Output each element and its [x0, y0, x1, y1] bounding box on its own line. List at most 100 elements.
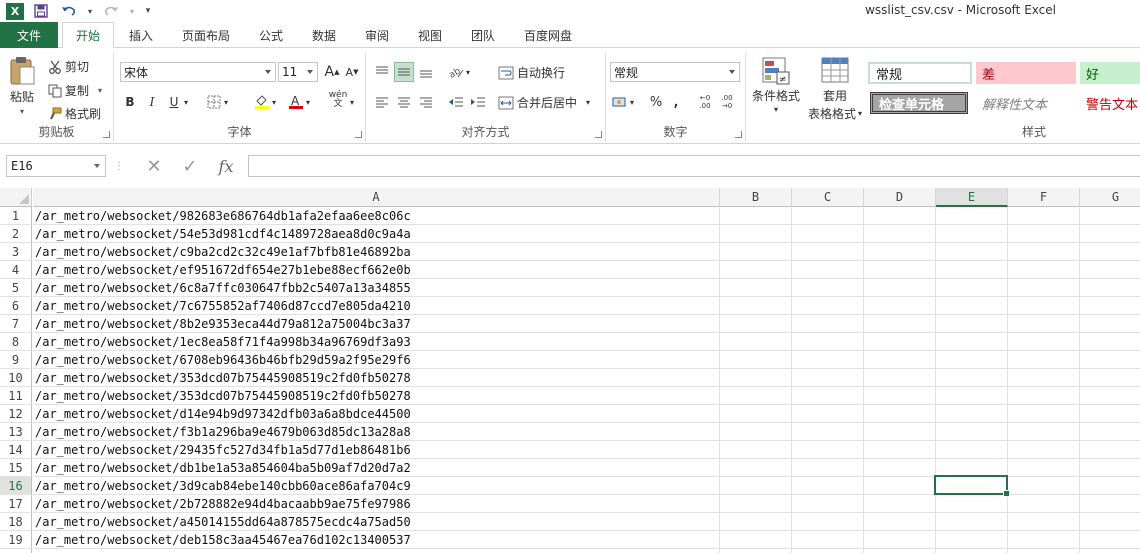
- decrease-decimal-button[interactable]: .00 →0: [716, 92, 738, 112]
- cancel-button[interactable]: ✕: [140, 155, 168, 177]
- style-check-cell[interactable]: 检查单元格: [870, 92, 968, 114]
- tab-home[interactable]: 开始: [62, 22, 114, 49]
- tab-formulas[interactable]: 公式: [250, 22, 292, 48]
- merge-center-button[interactable]: 合并后居中 ▾: [498, 94, 590, 111]
- align-center-button[interactable]: [394, 92, 414, 112]
- row-header[interactable]: 2: [0, 225, 32, 243]
- row-header[interactable]: 8: [0, 333, 32, 351]
- fill-color-dropdown-icon[interactable]: ▾: [270, 92, 278, 112]
- formula-input[interactable]: [248, 155, 1140, 177]
- enter-button[interactable]: ✓: [176, 155, 204, 177]
- style-good[interactable]: 好: [1080, 62, 1140, 84]
- align-left-button[interactable]: [372, 92, 392, 112]
- row-header[interactable]: 11: [0, 387, 32, 405]
- cell-a16[interactable]: /ar_metro/websocket/3d9cab84ebe140cbb60a…: [35, 477, 411, 495]
- copy-button[interactable]: 复制 ▾: [48, 82, 102, 99]
- percent-button[interactable]: %: [646, 92, 666, 112]
- font-launcher-icon[interactable]: [355, 131, 362, 138]
- tab-view[interactable]: 视图: [409, 22, 451, 48]
- clipboard-launcher-icon[interactable]: [103, 131, 110, 138]
- accounting-format-button[interactable]: [610, 92, 630, 112]
- fill-color-button[interactable]: [252, 92, 272, 112]
- align-top-button[interactable]: [372, 62, 392, 82]
- column-header-e[interactable]: E: [936, 188, 1008, 207]
- paste-dropdown-icon[interactable]: ▾: [20, 107, 24, 116]
- paste-button[interactable]: 粘贴 ▾: [8, 56, 36, 116]
- cell-a10[interactable]: /ar_metro/websocket/353dcd07b75445908519…: [35, 369, 411, 387]
- cell-a19[interactable]: /ar_metro/websocket/deb158c3aa45467ea76d…: [35, 531, 411, 549]
- borders-button[interactable]: [204, 92, 224, 112]
- name-box[interactable]: E16: [6, 155, 106, 177]
- style-normal[interactable]: 常规: [868, 62, 972, 84]
- cell-a1[interactable]: /ar_metro/websocket/982683e686764db1afa2…: [35, 207, 411, 225]
- copy-dropdown-icon[interactable]: ▾: [98, 86, 102, 95]
- shrink-font-button[interactable]: A ▼: [342, 62, 362, 82]
- orientation-dropdown-icon[interactable]: ▾: [464, 62, 472, 82]
- cell-a17[interactable]: /ar_metro/websocket/2b728882e94d4bacaabb…: [35, 495, 411, 513]
- column-header-b[interactable]: B: [720, 188, 792, 207]
- increase-decimal-button[interactable]: ←0 .00: [694, 92, 716, 112]
- borders-dropdown-icon[interactable]: ▾: [222, 92, 230, 112]
- row-header[interactable]: 12: [0, 405, 32, 423]
- cut-button[interactable]: 剪切: [48, 58, 89, 75]
- column-header-g[interactable]: G: [1080, 188, 1140, 207]
- row-header[interactable]: 16: [0, 477, 32, 495]
- style-bad[interactable]: 差: [976, 62, 1076, 84]
- row-header[interactable]: 5: [0, 279, 32, 297]
- cell-a4[interactable]: /ar_metro/websocket/ef951672df654e27b1eb…: [35, 261, 411, 279]
- bold-button[interactable]: B: [120, 92, 140, 112]
- merge-center-dropdown-icon[interactable]: ▾: [586, 98, 590, 107]
- select-all-button[interactable]: [0, 188, 32, 207]
- format-painter-button[interactable]: 格式刷: [48, 105, 101, 122]
- comma-style-button[interactable]: ,: [666, 92, 686, 112]
- cell-a18[interactable]: /ar_metro/websocket/a45014155dd64a878575…: [35, 513, 411, 531]
- column-header-d[interactable]: D: [864, 188, 936, 207]
- italic-button[interactable]: I: [142, 92, 162, 112]
- cell-a3[interactable]: /ar_metro/websocket/c9ba2cd2c32c49e1af7b…: [35, 243, 411, 261]
- row-header[interactable]: [0, 549, 32, 553]
- tab-baidu-netdisk[interactable]: 百度网盘: [514, 22, 582, 48]
- cell-a7[interactable]: /ar_metro/websocket/8b2e9353eca44d79a812…: [35, 315, 411, 333]
- wrap-text-button[interactable]: 自动换行: [498, 64, 565, 81]
- column-header-a[interactable]: A: [33, 188, 720, 207]
- cell-a15[interactable]: /ar_metro/websocket/db1be1a53a854604ba5b…: [35, 459, 411, 477]
- cell-a2[interactable]: /ar_metro/websocket/54e53d981cdf4c148972…: [35, 225, 411, 243]
- font-color-dropdown-icon[interactable]: ▾: [304, 92, 312, 112]
- row-header[interactable]: 19: [0, 531, 32, 549]
- number-launcher-icon[interactable]: [735, 131, 742, 138]
- row-header[interactable]: 13: [0, 423, 32, 441]
- cell-a12[interactable]: /ar_metro/websocket/d14e94b9d97342dfb03a…: [35, 405, 411, 423]
- active-cell-e16[interactable]: [934, 475, 1010, 497]
- font-color-button[interactable]: A: [286, 92, 306, 112]
- cell-a14[interactable]: /ar_metro/websocket/29435fc527d34fb1a5d7…: [35, 441, 411, 459]
- row-header[interactable]: 6: [0, 297, 32, 315]
- row-header[interactable]: 9: [0, 351, 32, 369]
- grow-font-button[interactable]: A ▲: [322, 62, 342, 82]
- column-header-c[interactable]: C: [792, 188, 864, 207]
- phonetic-dropdown-icon[interactable]: ▾: [348, 92, 356, 112]
- accounting-dropdown-icon[interactable]: ▾: [628, 92, 636, 112]
- style-explanatory[interactable]: 解释性文本: [976, 92, 1076, 114]
- row-header[interactable]: 14: [0, 441, 32, 459]
- increase-indent-button[interactable]: [468, 92, 488, 112]
- underline-button[interactable]: U: [164, 92, 184, 112]
- cell-a8[interactable]: /ar_metro/websocket/1ec8ea58f71f4a998b34…: [35, 333, 411, 351]
- tab-page-layout[interactable]: 页面布局: [172, 22, 240, 48]
- number-format-select[interactable]: 常规: [610, 62, 740, 82]
- row-header[interactable]: 18: [0, 513, 32, 531]
- conditional-format-button[interactable]: ≠ 条件格式 ▾: [750, 56, 802, 114]
- row-header[interactable]: 1: [0, 207, 32, 225]
- cell-a13[interactable]: /ar_metro/websocket/f3b1a296ba9e4679b063…: [35, 423, 411, 441]
- font-family-select[interactable]: 宋体: [120, 62, 276, 82]
- font-size-select[interactable]: 11: [278, 62, 318, 82]
- column-header-f[interactable]: F: [1008, 188, 1080, 207]
- row-header[interactable]: 15: [0, 459, 32, 477]
- row-header[interactable]: 4: [0, 261, 32, 279]
- tab-team[interactable]: 团队: [462, 22, 504, 48]
- row-header[interactable]: 10: [0, 369, 32, 387]
- tab-insert[interactable]: 插入: [120, 22, 162, 48]
- decrease-indent-button[interactable]: [446, 92, 466, 112]
- insert-function-button[interactable]: fx: [212, 155, 240, 177]
- row-header[interactable]: 7: [0, 315, 32, 333]
- tab-review[interactable]: 审阅: [356, 22, 398, 48]
